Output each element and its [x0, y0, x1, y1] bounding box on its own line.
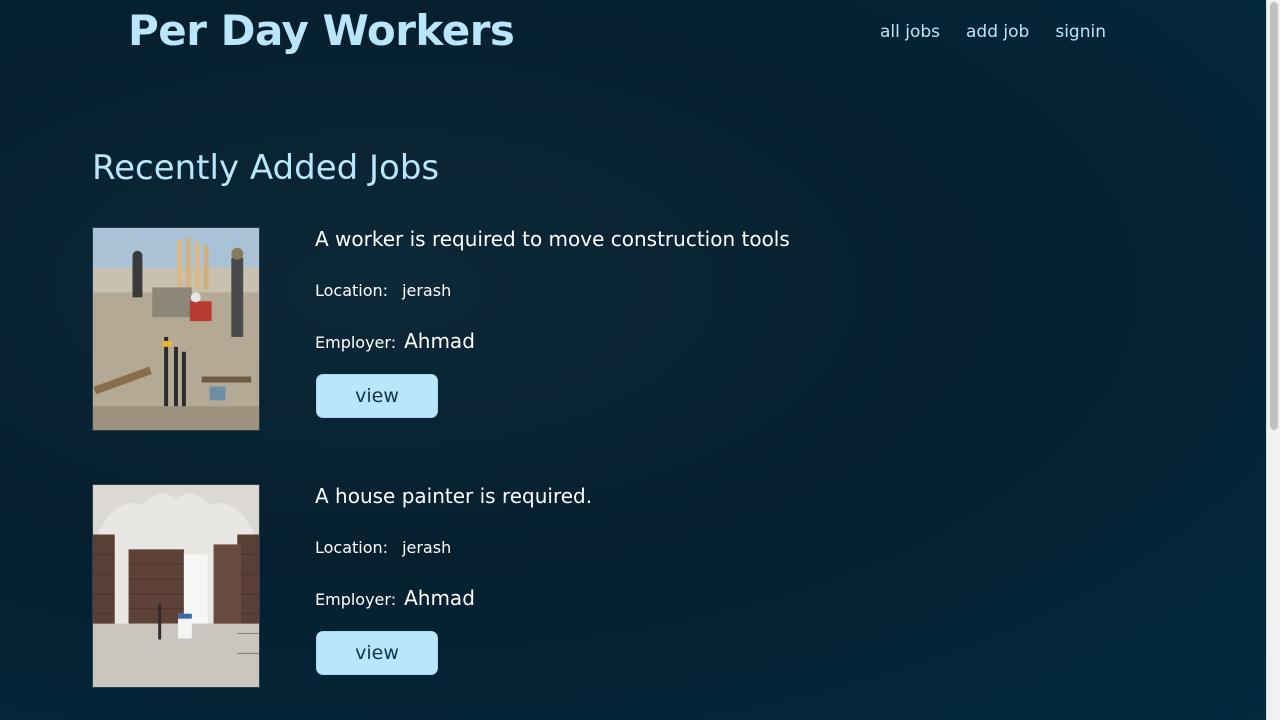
nav-add-job[interactable]: add job [966, 22, 1029, 42]
nav-all-jobs[interactable]: all jobs [880, 22, 940, 42]
job-employer-row: Employer: Ahmad [315, 586, 475, 610]
employer-value: Ahmad [404, 586, 475, 610]
job-title: A house painter is required. [315, 484, 593, 508]
job-location-row: Location: jerash [315, 538, 451, 557]
job-card: A worker is required to move constructio… [92, 227, 1092, 432]
scrollbar-thumb[interactable] [1270, 2, 1278, 430]
vertical-scrollbar[interactable] [1266, 0, 1280, 720]
employer-label: Employer: [315, 333, 397, 352]
location-label: Location: [315, 538, 389, 557]
site-logo[interactable]: Per Day Workers [128, 6, 515, 55]
job-location-row: Location: jerash [315, 281, 451, 300]
location-value: jerash [402, 538, 452, 557]
page: Per Day Workers all jobs add job signin … [0, 0, 1266, 720]
job-card: A house painter is required. Location: j… [92, 484, 1092, 689]
main-nav: all jobs add job signin [880, 22, 1106, 42]
job-image-house-interior [92, 484, 260, 688]
section-title: Recently Added Jobs [92, 148, 440, 188]
view-job-button[interactable]: view [316, 631, 438, 675]
location-label: Location: [315, 281, 389, 300]
job-employer-row: Employer: Ahmad [315, 329, 475, 353]
employer-label: Employer: [315, 590, 397, 609]
employer-value: Ahmad [404, 329, 475, 353]
job-image-construction [92, 227, 260, 431]
nav-signin[interactable]: signin [1055, 22, 1106, 42]
job-title: A worker is required to move constructio… [315, 227, 790, 251]
view-job-button[interactable]: view [316, 374, 438, 418]
location-value: jerash [402, 281, 452, 300]
